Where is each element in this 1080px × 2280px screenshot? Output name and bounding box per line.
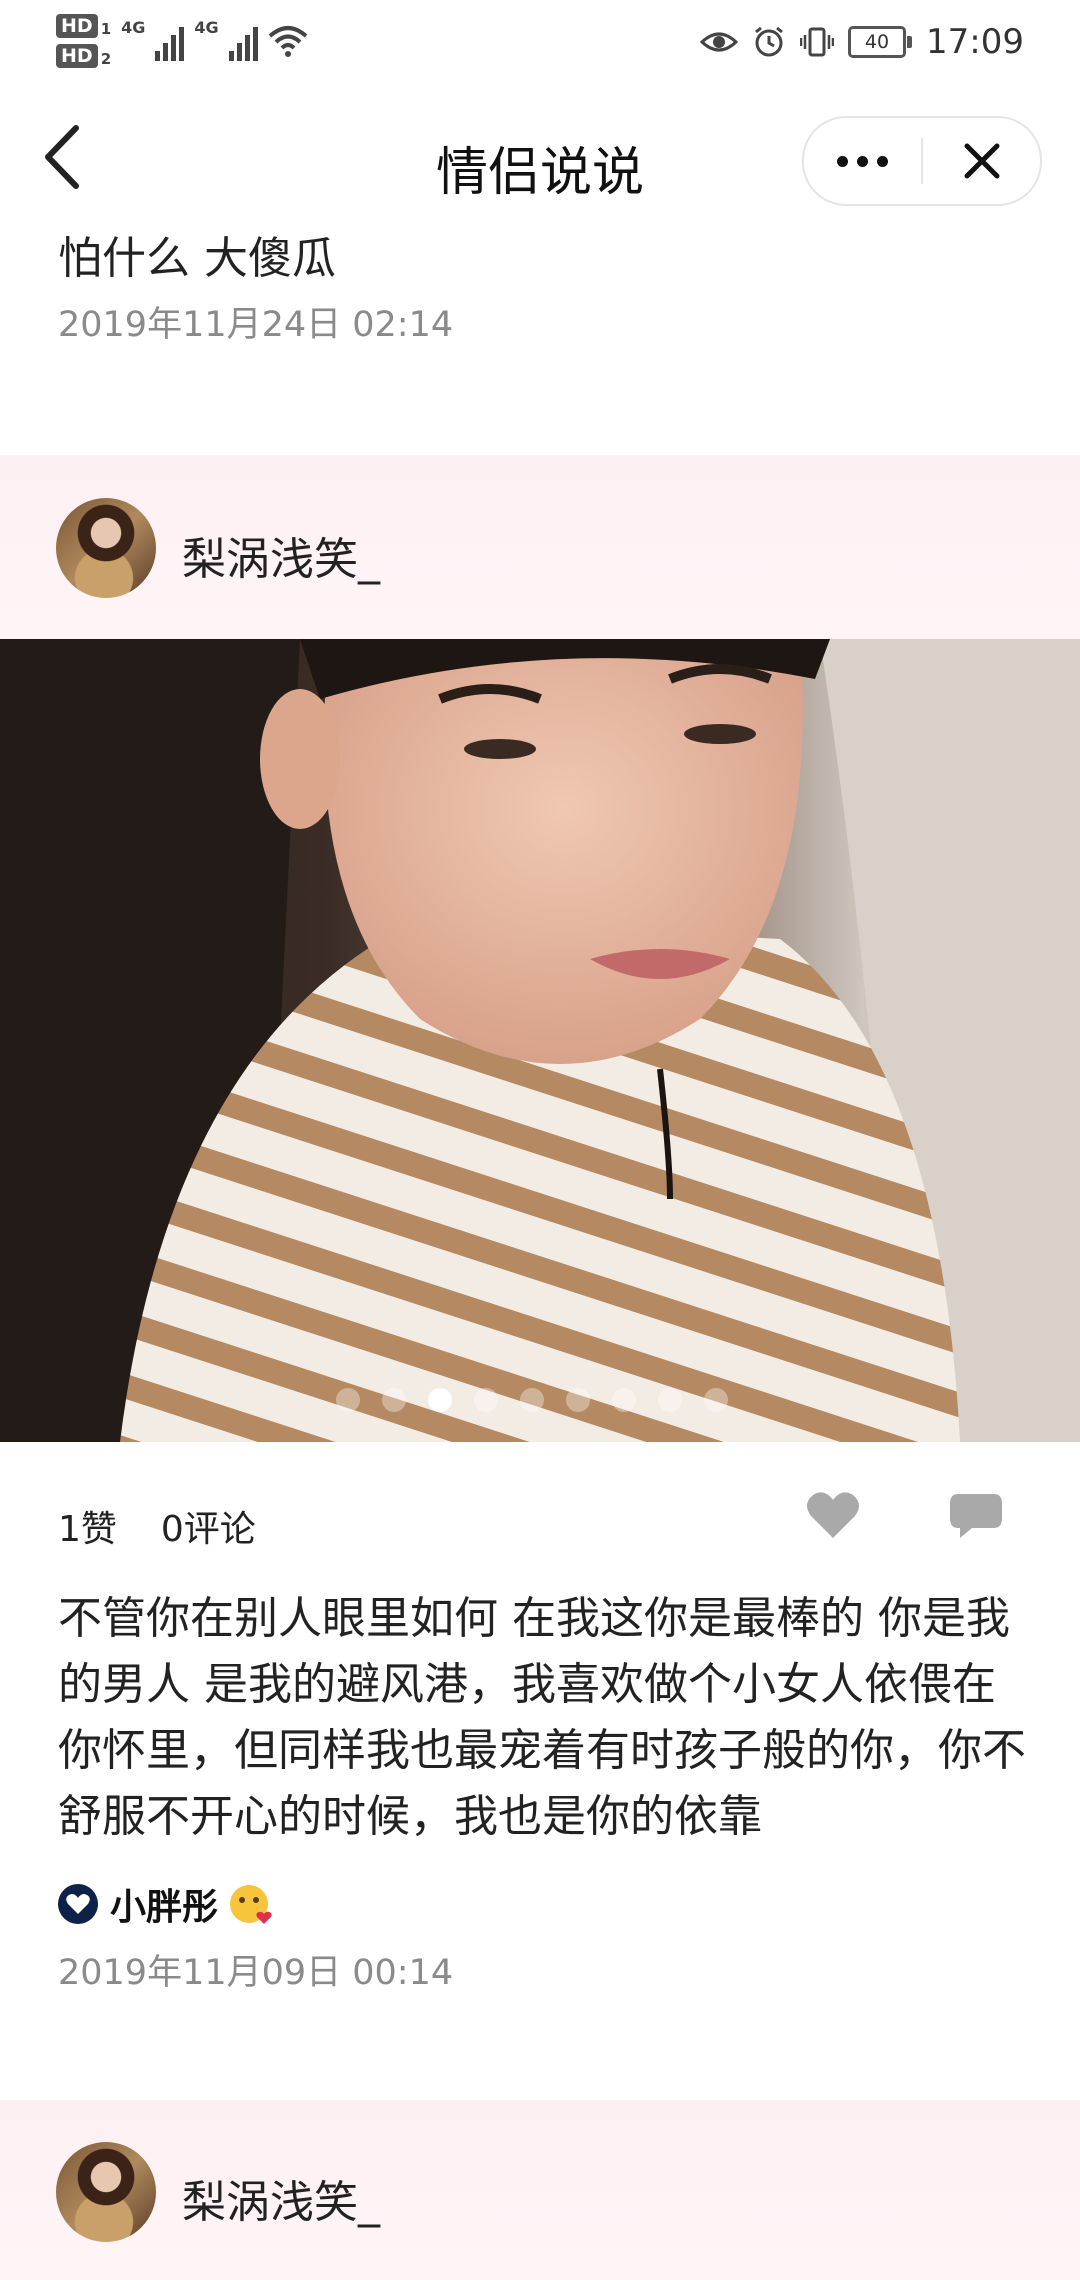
battery-icon: 40 — [848, 26, 913, 58]
hd1-label: HD — [56, 14, 98, 38]
post-tag[interactable]: 小胖彤 — [58, 1878, 272, 1930]
status-left: HD 1 HD 2 4G 4G — [56, 14, 308, 68]
status-bar: HD 1 HD 2 4G 4G 40 17:09 — [0, 0, 1080, 92]
next-post-username[interactable]: 梨涡浅笑_ — [182, 2166, 380, 2230]
signal-icon — [228, 21, 258, 61]
hd2-sub: 2 — [100, 50, 112, 68]
mini-program-capsule — [802, 116, 1042, 206]
pager-dot[interactable] — [520, 1388, 544, 1412]
heart-badge-icon — [58, 1884, 98, 1924]
hd1-indicator: HD 1 — [56, 14, 111, 38]
hd1-sub: 1 — [100, 20, 112, 38]
pager-dot[interactable] — [566, 1388, 590, 1412]
close-icon — [964, 143, 999, 179]
pager-dot[interactable] — [704, 1388, 728, 1412]
signal-icon — [155, 21, 185, 61]
comment-button[interactable] — [948, 1490, 1004, 1540]
pager-dot-active[interactable] — [428, 1388, 452, 1412]
status-right: 40 17:09 — [700, 22, 1024, 62]
hd2-label: HD — [56, 44, 98, 68]
battery-level: 40 — [864, 31, 890, 53]
comment-count: 0评论 — [160, 1509, 256, 1550]
heart-icon — [806, 1492, 860, 1538]
avatar[interactable] — [56, 2142, 156, 2242]
more-dots-icon — [837, 155, 888, 167]
tag-name: 小胖彤 — [110, 1887, 219, 1928]
like-button[interactable] — [806, 1490, 860, 1540]
next-post-user-header[interactable]: 梨涡浅笑_ — [0, 2100, 1080, 2280]
alarm-icon — [755, 26, 783, 57]
post-stats: 1赞 0评论 — [58, 1500, 256, 1552]
pager-dot[interactable] — [612, 1388, 636, 1412]
pager-dot[interactable] — [474, 1388, 498, 1412]
post-photo[interactable] — [0, 639, 1080, 1442]
eye-icon — [700, 32, 739, 52]
previous-post-text: 怕什么 大傻瓜 — [58, 233, 336, 284]
photo-content — [0, 639, 1080, 1442]
status-time: 17:09 — [926, 22, 1024, 62]
pager-dot[interactable] — [382, 1388, 406, 1412]
pager-dot[interactable] — [336, 1388, 360, 1412]
hd-indicators: HD 1 HD 2 — [56, 14, 111, 68]
previous-post-date: 2019年11月24日 02:14 — [58, 305, 454, 345]
hd2-indicator: HD 2 — [56, 44, 111, 68]
avatar[interactable] — [56, 498, 156, 598]
kiss-emoji-icon — [230, 1885, 272, 1924]
vibrate-icon — [800, 27, 835, 57]
post-date: 2019年11月09日 00:14 — [58, 1953, 454, 1993]
wifi-icon — [268, 26, 307, 57]
pager-dot[interactable] — [658, 1388, 682, 1412]
network-type-2: 4G — [194, 18, 219, 37]
network-type-1: 4G — [121, 18, 146, 37]
like-count: 1赞 — [58, 1509, 117, 1550]
post-body-text: 不管你在别人眼里如何 在我这你是最棒的 你是我的男人 是我的避风港，我喜欢做个小… — [58, 1593, 1026, 1842]
title-bar: 情侣说说 — [0, 92, 1080, 226]
close-button[interactable] — [923, 118, 1040, 204]
post-user-header[interactable]: 梨涡浅笑_ — [0, 455, 1080, 639]
more-button[interactable] — [804, 118, 921, 204]
photo-pager — [0, 1388, 1080, 1412]
post-username[interactable]: 梨涡浅笑_ — [182, 523, 380, 587]
comment-icon — [950, 1494, 1002, 1538]
